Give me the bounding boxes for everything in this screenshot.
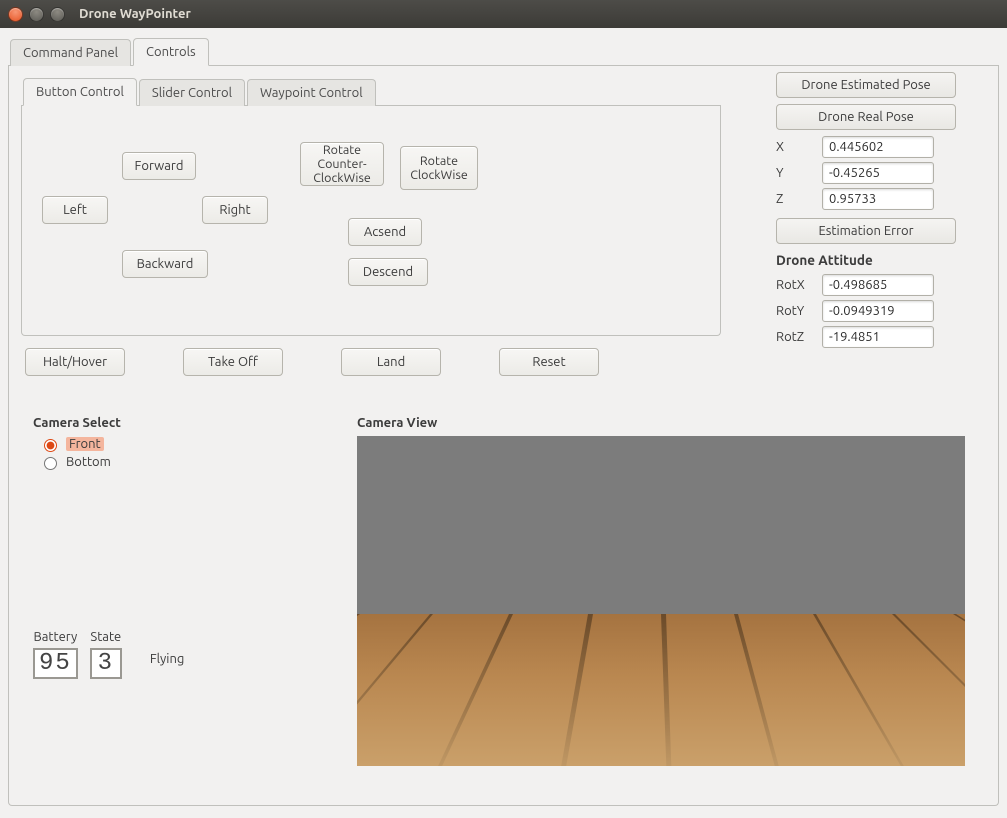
button-control-pane: Forward Left Right Backward Rotate Count… [21, 106, 721, 336]
halt-hover-button[interactable]: Halt/Hover [25, 348, 125, 376]
camera-select-group: Camera Select Front Bottom [33, 416, 121, 472]
rotate-ccw-button[interactable]: Rotate Counter- ClockWise [300, 142, 384, 186]
battery-display: 95 [33, 648, 78, 679]
status-block: Battery 95 State 3 Flying [33, 630, 184, 679]
rotz-input[interactable] [822, 326, 934, 348]
camera-view-label: Camera View [357, 416, 437, 430]
pose-x-input[interactable] [822, 136, 934, 158]
controls-pane: Button Control Slider Control Waypoint C… [8, 66, 999, 806]
camera-front-radio[interactable] [44, 439, 57, 452]
camera-view [357, 436, 965, 766]
rotz-label: RotZ [776, 330, 814, 344]
roty-label: RotY [776, 304, 814, 318]
main-tabbar: Command Panel Controls [8, 36, 999, 66]
window-title: Drone WayPointer [79, 7, 191, 21]
close-icon[interactable] [8, 7, 23, 22]
pose-x-label: X [776, 140, 814, 154]
estimation-error-button[interactable]: Estimation Error [776, 218, 956, 244]
drone-attitude-header: Drone Attitude [776, 252, 986, 268]
left-button[interactable]: Left [42, 196, 108, 224]
tab-button-control[interactable]: Button Control [23, 78, 137, 106]
camera-bottom-label: Bottom [66, 455, 111, 469]
pose-z-input[interactable] [822, 188, 934, 210]
state-label: State [90, 630, 121, 644]
window-buttons [8, 7, 65, 22]
camera-bottom-radio[interactable] [44, 457, 57, 470]
control-mode-tabbar: Button Control Slider Control Waypoint C… [21, 76, 721, 106]
command-row: Halt/Hover Take Off Land Reset [25, 348, 986, 376]
tab-command-panel[interactable]: Command Panel [10, 39, 131, 66]
forward-button[interactable]: Forward [122, 152, 196, 180]
battery-label: Battery [34, 630, 78, 644]
rotx-input[interactable] [822, 274, 934, 296]
roty-input[interactable] [822, 300, 934, 322]
pose-panel: Drone Estimated Pose Drone Real Pose X Y… [776, 72, 986, 352]
tab-slider-control[interactable]: Slider Control [139, 79, 245, 106]
drone-real-pose-button[interactable]: Drone Real Pose [776, 104, 956, 130]
camera-select-title: Camera Select [33, 416, 121, 430]
maximize-icon[interactable] [50, 7, 65, 22]
rotate-cw-button[interactable]: Rotate ClockWise [400, 146, 478, 190]
rotx-label: RotX [776, 278, 814, 292]
descend-button[interactable]: Descend [348, 258, 428, 286]
backward-button[interactable]: Backward [122, 250, 208, 278]
right-button[interactable]: Right [202, 196, 268, 224]
take-off-button[interactable]: Take Off [183, 348, 283, 376]
window-titlebar: Drone WayPointer [0, 0, 1007, 28]
camera-floor [357, 614, 965, 766]
minimize-icon[interactable] [29, 7, 44, 22]
state-display: 3 [90, 648, 122, 679]
pose-y-input[interactable] [822, 162, 934, 184]
state-text: Flying [150, 652, 185, 666]
pose-z-label: Z [776, 192, 814, 206]
drone-estimated-pose-button[interactable]: Drone Estimated Pose [776, 72, 956, 98]
ascend-button[interactable]: Acsend [348, 218, 422, 246]
land-button[interactable]: Land [341, 348, 441, 376]
pose-y-label: Y [776, 166, 814, 180]
reset-button[interactable]: Reset [499, 348, 599, 376]
camera-front-label: Front [66, 437, 104, 451]
tab-controls[interactable]: Controls [133, 38, 209, 66]
tab-waypoint-control[interactable]: Waypoint Control [247, 79, 376, 106]
